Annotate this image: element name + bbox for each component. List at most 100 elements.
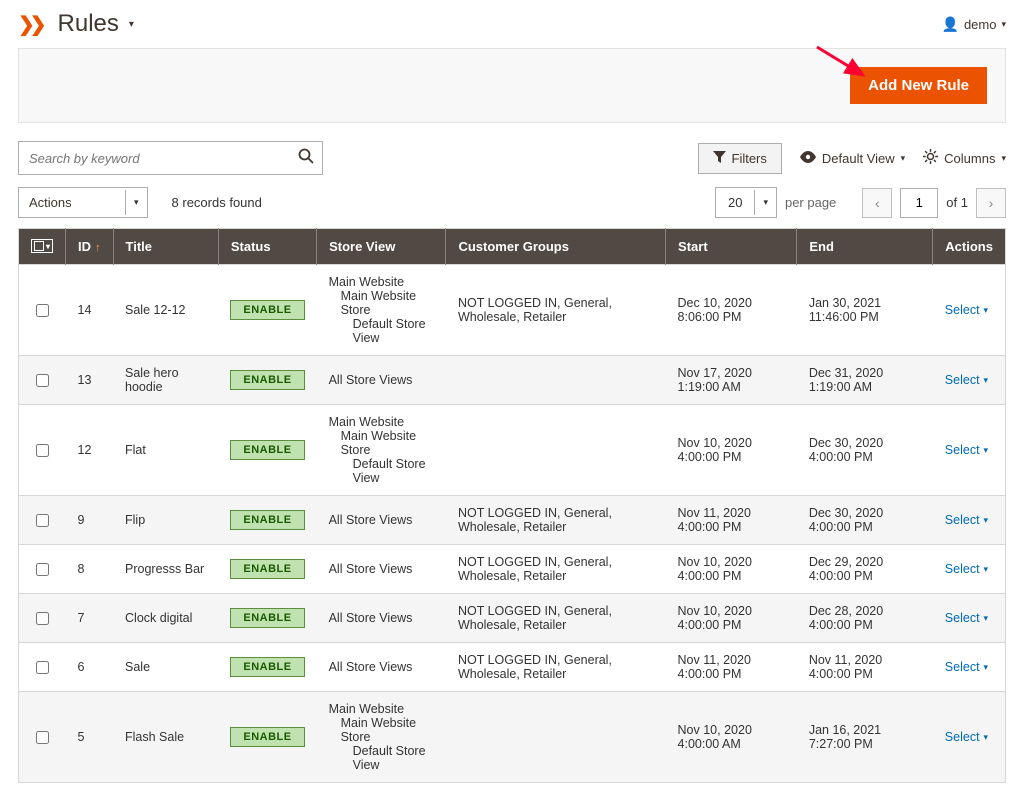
row-select-label: Select xyxy=(945,513,980,527)
row-select-dropdown[interactable]: Select▾ xyxy=(945,660,988,674)
cell-id: 12 xyxy=(66,405,114,496)
action-bar: Add New Rule xyxy=(18,48,1006,123)
page-size-dropdown[interactable]: 20 ▾ xyxy=(715,187,777,218)
columns-dropdown[interactable]: Columns ▾ xyxy=(923,149,1006,167)
cell-actions: Select ▾ xyxy=(933,545,1006,594)
row-select-label: Select xyxy=(945,373,980,387)
cell-end: Jan 16, 2021 7:27:00 PM xyxy=(797,692,933,783)
row-checkbox[interactable] xyxy=(36,444,49,457)
row-select-label: Select xyxy=(945,562,980,576)
row-checkbox-cell xyxy=(19,643,66,692)
search-icon[interactable] xyxy=(298,148,314,169)
chevron-down-icon: ▾ xyxy=(984,613,989,624)
chevron-down-icon: ▾ xyxy=(901,153,906,164)
cell-end: Dec 30, 2020 4:00:00 PM xyxy=(797,405,933,496)
table-row[interactable]: 12FlatENABLEMain WebsiteMain Website Sto… xyxy=(19,405,1006,496)
cell-actions: Select▾ xyxy=(933,405,1006,496)
cell-status: ENABLE xyxy=(218,643,316,692)
cell-customer-groups xyxy=(446,356,666,405)
status-badge: ENABLE xyxy=(230,300,304,320)
search-input[interactable] xyxy=(27,150,298,167)
col-id[interactable]: ID↑ xyxy=(66,229,114,265)
cell-id: 9 xyxy=(66,496,114,545)
table-row[interactable]: 9FlipENABLEAll Store ViewsNOT LOGGED IN,… xyxy=(19,496,1006,545)
store-view-line: All Store Views xyxy=(329,373,434,387)
cell-start: Dec 10, 2020 8:06:00 PM xyxy=(666,265,797,356)
row-checkbox[interactable] xyxy=(36,304,49,317)
row-checkbox-cell xyxy=(19,405,66,496)
pager-prev-button[interactable]: ‹ xyxy=(862,188,892,218)
table-row[interactable]: 5Flash SaleENABLEMain WebsiteMain Websit… xyxy=(19,692,1006,783)
cell-store-view: Main WebsiteMain Website StoreDefault St… xyxy=(317,265,446,356)
table-row[interactable]: 7Clock digitalENABLEAll Store ViewsNOT L… xyxy=(19,594,1006,643)
store-view-line: Main Website Store xyxy=(329,716,434,744)
row-select-dropdown[interactable]: Select ▾ xyxy=(945,562,988,576)
table-row[interactable]: 14Sale 12-12 ENABLE Main WebsiteMain Websi… xyxy=(19,265,1006,356)
cell-title: Progresss Bar xyxy=(113,545,218,594)
cell-store-view: All Store Views xyxy=(317,643,446,692)
row-select-dropdown[interactable]: Select ▾ xyxy=(945,373,988,387)
filters-button[interactable]: Filters xyxy=(698,143,782,174)
cell-status: ENABLE xyxy=(218,265,316,356)
chevron-down-icon: ▾ xyxy=(984,564,989,575)
row-select-dropdown[interactable]: Select▾ xyxy=(945,611,988,625)
row-checkbox[interactable] xyxy=(36,612,49,625)
chevron-down-icon: ▾ xyxy=(984,305,989,316)
cell-start: Nov 10, 2020 4:00:00 AM xyxy=(666,692,797,783)
bulk-actions-dropdown[interactable]: Actions ▾ xyxy=(18,187,148,218)
cell-customer-groups: NOT LOGGED IN, General, Wholesale, Retai… xyxy=(446,496,666,545)
cell-title: Sale 12-12 xyxy=(113,265,218,356)
col-select-all[interactable]: ▾ xyxy=(19,229,66,265)
col-store-view[interactable]: Store View xyxy=(317,229,446,265)
select-all-checkbox[interactable]: ▾ xyxy=(31,239,53,253)
cell-store-view: Main WebsiteMain Website StoreDefault St… xyxy=(317,692,446,783)
table-row[interactable]: 6SaleENABLEAll Store ViewsNOT LOGGED IN,… xyxy=(19,643,1006,692)
cell-customer-groups: NOT LOGGED IN, General, Wholesale, Retai… xyxy=(446,265,666,356)
col-customer-groups[interactable]: Customer Groups xyxy=(446,229,666,265)
rules-table: ▾ ID↑ Title Status Store View Customer G… xyxy=(18,228,1006,783)
page-title-dropdown-icon[interactable]: ▾ xyxy=(129,19,134,30)
col-title[interactable]: Title xyxy=(113,229,218,265)
cell-end: Dec 28, 2020 4:00:00 PM xyxy=(797,594,933,643)
row-checkbox-cell xyxy=(19,496,66,545)
default-view-dropdown[interactable]: Default View ▾ xyxy=(800,151,905,166)
header-left: ❯❯ Rules ▾ xyxy=(18,10,134,38)
row-checkbox[interactable] xyxy=(36,374,49,387)
cell-start: Nov 11, 2020 4:00:00 PM xyxy=(666,496,797,545)
col-start[interactable]: Start xyxy=(666,229,797,265)
cell-title: Sale hero hoodie xyxy=(113,356,218,405)
store-view-line: All Store Views xyxy=(329,513,434,527)
chevron-down-icon: ▾ xyxy=(1001,153,1006,164)
col-end[interactable]: End xyxy=(797,229,933,265)
row-checkbox[interactable] xyxy=(36,514,49,527)
cell-store-view: All Store Views xyxy=(317,496,446,545)
cell-id: 14 xyxy=(66,265,114,356)
row-checkbox-cell xyxy=(19,265,66,356)
row-checkbox[interactable] xyxy=(36,563,49,576)
cell-status: ENABLE xyxy=(218,594,316,643)
row-select-dropdown[interactable]: Select▾ xyxy=(945,443,988,457)
row-select-dropdown[interactable]: Select▾ xyxy=(945,303,988,317)
toolbar-actions-pager: Actions ▾ 8 records found 20 ▾ per page … xyxy=(18,187,1006,218)
pager-next-button[interactable]: › xyxy=(976,188,1006,218)
cell-store-view: Main WebsiteMain Website StoreDefault St… xyxy=(317,405,446,496)
page-size-value: 20 xyxy=(716,188,754,217)
cell-customer-groups: NOT LOGGED IN, General, Wholesale, Retai… xyxy=(446,643,666,692)
pager-current-page-input[interactable] xyxy=(900,188,938,218)
row-select-dropdown[interactable]: Select▾ xyxy=(945,513,988,527)
funnel-icon xyxy=(713,151,726,166)
records-found: 8 records found xyxy=(172,195,262,210)
table-row[interactable]: 13Sale hero hoodieENABLEAll Store ViewsN… xyxy=(19,356,1006,405)
store-view-line: Default Store View xyxy=(329,317,434,345)
add-new-rule-button[interactable]: Add New Rule xyxy=(850,67,987,104)
user-menu[interactable]: 👤 demo ▾ xyxy=(942,16,1007,33)
chevron-down-icon: ▾ xyxy=(984,375,989,386)
row-select-dropdown[interactable]: Select▾ xyxy=(945,730,988,744)
row-checkbox[interactable] xyxy=(36,661,49,674)
brand-logo-icon: ❯❯ xyxy=(18,12,42,37)
status-badge: ENABLE xyxy=(230,440,304,460)
row-checkbox-cell xyxy=(19,594,66,643)
col-status[interactable]: Status xyxy=(218,229,316,265)
row-checkbox[interactable] xyxy=(36,731,49,744)
table-row[interactable]: 8Progresss BarENABLEAll Store ViewsNOT L… xyxy=(19,545,1006,594)
